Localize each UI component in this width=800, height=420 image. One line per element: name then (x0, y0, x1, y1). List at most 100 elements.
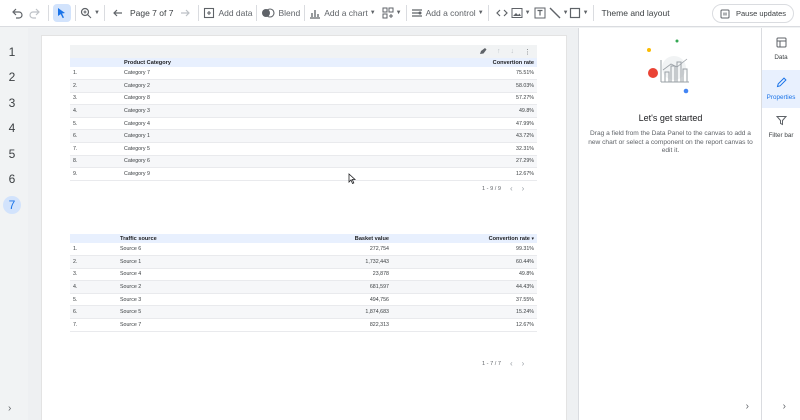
pagination-label: 1 - 7 / 7 (482, 360, 501, 367)
column-header-convertion-rate[interactable]: Convertion rate ▾ (392, 234, 537, 243)
expand-pages-chevron-icon[interactable]: › (8, 403, 11, 414)
table-row[interactable]: 9. Category 9 12.67% (70, 167, 537, 181)
blend-button[interactable]: Blend (261, 3, 300, 23)
chevron-left-icon[interactable]: ‹ (510, 184, 513, 193)
row-rate: 12.67% (392, 318, 537, 332)
add-chart-button[interactable]: Add a chart ▼ (309, 3, 376, 23)
table-row[interactable]: 7. Source 7 822,313 12.67% (70, 318, 537, 332)
community-visualizations-button[interactable]: ▼ (382, 3, 402, 23)
row-basket-value: 494,756 (255, 293, 392, 307)
column-header-basket-value[interactable]: Basket value (255, 234, 392, 243)
tab-data[interactable]: Data (762, 30, 800, 68)
table-row[interactable]: 1. Source 6 272,754 99.31% (70, 243, 537, 257)
table-row[interactable]: 2. Source 1 1,732,443 60.44% (70, 255, 537, 269)
column-header-traffic-source[interactable]: Traffic source (120, 234, 256, 243)
image-button[interactable]: ▼ (511, 3, 531, 23)
row-rate: 44.43% (392, 280, 537, 294)
collapse-side-tabs-chevron-icon[interactable]: › (783, 401, 786, 412)
expand-panel-chevron-icon[interactable]: › (746, 401, 749, 412)
row-rate: 58.03% (342, 79, 537, 93)
toolbar-divider (592, 5, 594, 21)
page-item-4[interactable]: 4 (0, 121, 24, 135)
tab-filter-bar[interactable]: Filter bar (762, 108, 800, 146)
row-rate: 49.8% (342, 104, 537, 118)
row-category: Category 5 (120, 142, 343, 156)
row-basket-value: 822,313 (255, 318, 392, 332)
tab-properties-label: Properties (766, 94, 796, 101)
pause-updates-button[interactable]: Pause updates (712, 4, 794, 23)
chevron-down-icon: ▼ (395, 10, 402, 16)
toolbar-divider (487, 5, 489, 21)
page-item-1[interactable]: 1 (0, 45, 24, 59)
table-row[interactable]: 1. Category 7 75.51% (70, 67, 537, 81)
row-source: Source 7 (120, 318, 256, 332)
add-data-button[interactable]: Add data (203, 3, 252, 23)
arrow-down-icon[interactable]: ↓ (511, 48, 515, 55)
table-row[interactable]: 8. Category 6 27.29% (70, 155, 537, 169)
row-rate: 57.27% (342, 92, 537, 106)
chevron-left-icon[interactable]: ‹ (510, 359, 513, 368)
page-item-5[interactable]: 5 (0, 147, 24, 161)
row-index: 8. (70, 155, 120, 169)
tab-properties[interactable]: Properties (762, 70, 800, 108)
redo-icon[interactable] (26, 4, 44, 22)
add-control-button[interactable]: Add a control ▼ (411, 3, 484, 23)
table-row[interactable]: 2. Category 2 58.03% (70, 79, 537, 93)
row-basket-value: 23,878 (255, 268, 392, 282)
edit-pencil-icon[interactable] (479, 47, 487, 57)
pencil-icon (776, 77, 787, 91)
arrow-up-icon[interactable]: ↑ (497, 48, 501, 55)
row-index: 1. (70, 67, 120, 81)
table-row[interactable]: 4. Source 2 681,597 44.43% (70, 280, 537, 294)
row-category: Category 8 (120, 92, 343, 106)
side-tabs: Data Properties Filter bar › (761, 28, 800, 420)
text-icon[interactable] (531, 4, 549, 22)
column-header-product-category[interactable]: Product Category (120, 58, 343, 67)
table-row[interactable]: 3. Category 8 57.27% (70, 92, 537, 106)
tab-filter-bar-label: Filter bar (768, 132, 794, 139)
zoom-button[interactable]: ▼ (80, 3, 100, 23)
select-cursor-icon[interactable] (53, 4, 71, 22)
column-header-convertion-rate[interactable]: Convertion rate (342, 58, 537, 67)
table-row[interactable]: 6. Category 1 43.72% (70, 129, 537, 144)
table-row[interactable]: 7. Category 5 32.31% (70, 142, 537, 156)
row-index: 5. (70, 117, 120, 131)
row-index: 7. (70, 318, 120, 332)
page-item-6[interactable]: 6 (0, 172, 24, 186)
image-icon (511, 8, 523, 18)
page-navigator: 1 2 3 4 5 6 7 › (0, 28, 26, 420)
data-icon (776, 37, 787, 51)
line-button[interactable]: ▼ (549, 3, 569, 23)
more-vert-icon[interactable]: ⋮ (524, 48, 531, 56)
next-page-icon[interactable] (176, 4, 194, 22)
toolbar-divider (75, 5, 76, 21)
shape-button[interactable]: ▼ (569, 3, 589, 23)
row-source: Source 5 (120, 305, 256, 320)
row-rate: 60.44% (392, 255, 537, 269)
table-row[interactable]: 3. Source 4 23,878 49.8% (70, 268, 537, 282)
embed-code-icon[interactable] (493, 4, 511, 22)
table-row[interactable]: 5. Category 4 47.99% (70, 117, 537, 131)
table-row[interactable]: 6. Source 5 1,874,683 15.24% (70, 305, 537, 320)
traffic-source-table[interactable]: Traffic source Basket value Convertion r… (70, 234, 537, 332)
theme-layout-button[interactable]: Theme and layout (602, 8, 670, 18)
undo-icon[interactable] (8, 4, 26, 22)
zoom-icon (80, 7, 92, 19)
product-category-table[interactable]: ↑ ↓ ⋮ Product Category Convertion rate 1… (70, 45, 537, 181)
report-canvas: ↑ ↓ ⋮ Product Category Convertion rate 1… (42, 36, 566, 420)
row-basket-value: 1,732,443 (255, 255, 392, 269)
row-rate: 75.51% (342, 67, 537, 81)
table-row[interactable]: 5. Source 3 494,756 37.55% (70, 293, 537, 307)
chevron-right-icon[interactable]: › (522, 184, 525, 193)
page-item-3[interactable]: 3 (0, 96, 24, 110)
row-index: 4. (70, 280, 120, 294)
page-item-7-active[interactable]: 7 (3, 196, 21, 214)
chevron-right-icon[interactable]: › (522, 359, 525, 368)
properties-panel: Let's get started Drag a field from the … (578, 28, 761, 420)
column-header-index (70, 234, 120, 243)
previous-page-icon[interactable] (109, 4, 127, 22)
row-rate: 99.31% (392, 243, 537, 257)
table-row[interactable]: 4. Category 3 49.8% (70, 104, 537, 118)
page-item-2[interactable]: 2 (0, 70, 24, 84)
row-basket-value: 1,874,683 (255, 305, 392, 320)
